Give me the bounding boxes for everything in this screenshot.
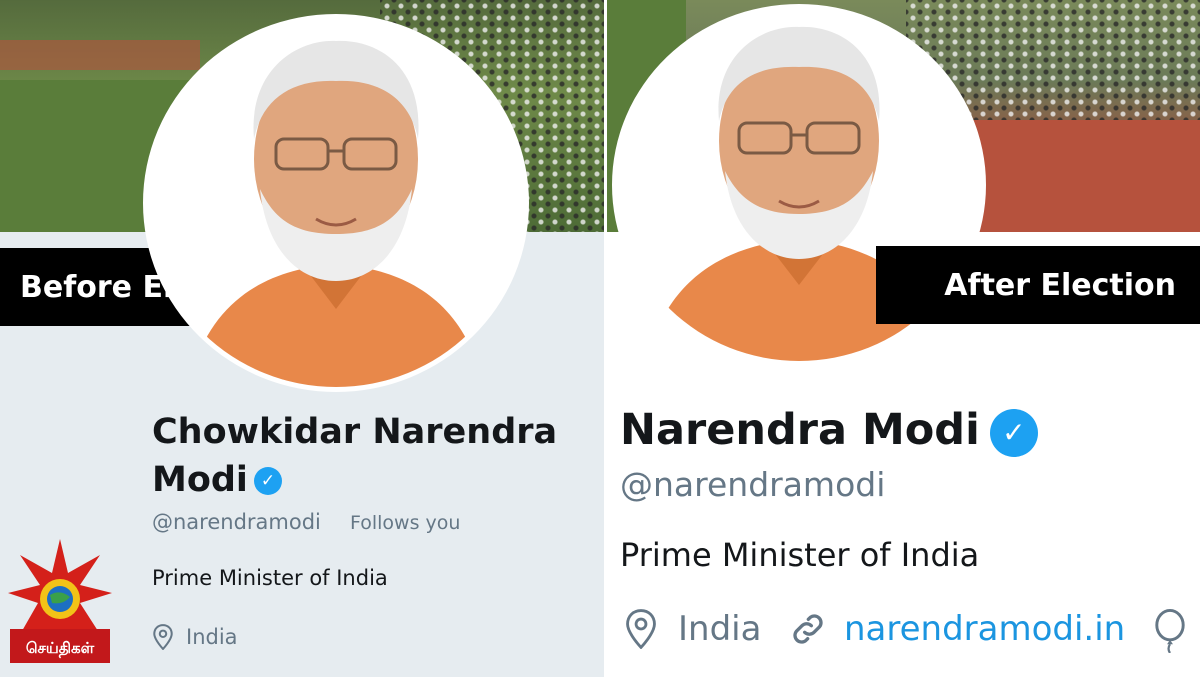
profile-handle[interactable]: @narendramodi [152, 510, 321, 534]
after-election-tag: After Election [876, 246, 1200, 324]
logo-text: செய்திகள் [26, 639, 95, 658]
profile-location: India [152, 624, 238, 650]
profile-location: India [624, 609, 761, 649]
name-text: Narendra Modi [620, 405, 980, 455]
divider [604, 0, 607, 677]
location-text: India [186, 625, 238, 649]
profile-website[interactable]: narendramodi.in [788, 609, 1125, 649]
profile-name: Narendra Modi ✓ [620, 402, 1038, 458]
news-channel-logo: செய்திகள் [8, 535, 112, 667]
profile-name: Chowkidar Narendra Modi ✓ [152, 408, 592, 504]
name-line-1: Chowkidar Narendra [152, 412, 558, 452]
website-link[interactable]: narendramodi.in [844, 609, 1125, 649]
verified-badge-icon: ✓ [253, 467, 282, 495]
location-pin-icon [153, 624, 173, 650]
profile-birthday [1152, 609, 1188, 653]
logo-image: செய்திகள் [8, 539, 112, 663]
location-pin-icon [626, 609, 656, 649]
profile-bio: Prime Minister of India [620, 536, 980, 574]
profile-handle[interactable]: @narendramodi [620, 465, 885, 504]
profile-bio: Prime Minister of India [152, 566, 388, 590]
portrait-image [148, 19, 524, 387]
verified-badge-icon: ✓ [989, 408, 1038, 457]
name-line-2: Modi [152, 460, 248, 500]
follows-you-badge: Follows you [350, 512, 461, 534]
balloon-icon [1155, 609, 1185, 653]
wall [966, 120, 1200, 232]
link-icon [793, 614, 823, 644]
profile-avatar[interactable] [143, 14, 529, 392]
location-text: India [678, 609, 762, 649]
